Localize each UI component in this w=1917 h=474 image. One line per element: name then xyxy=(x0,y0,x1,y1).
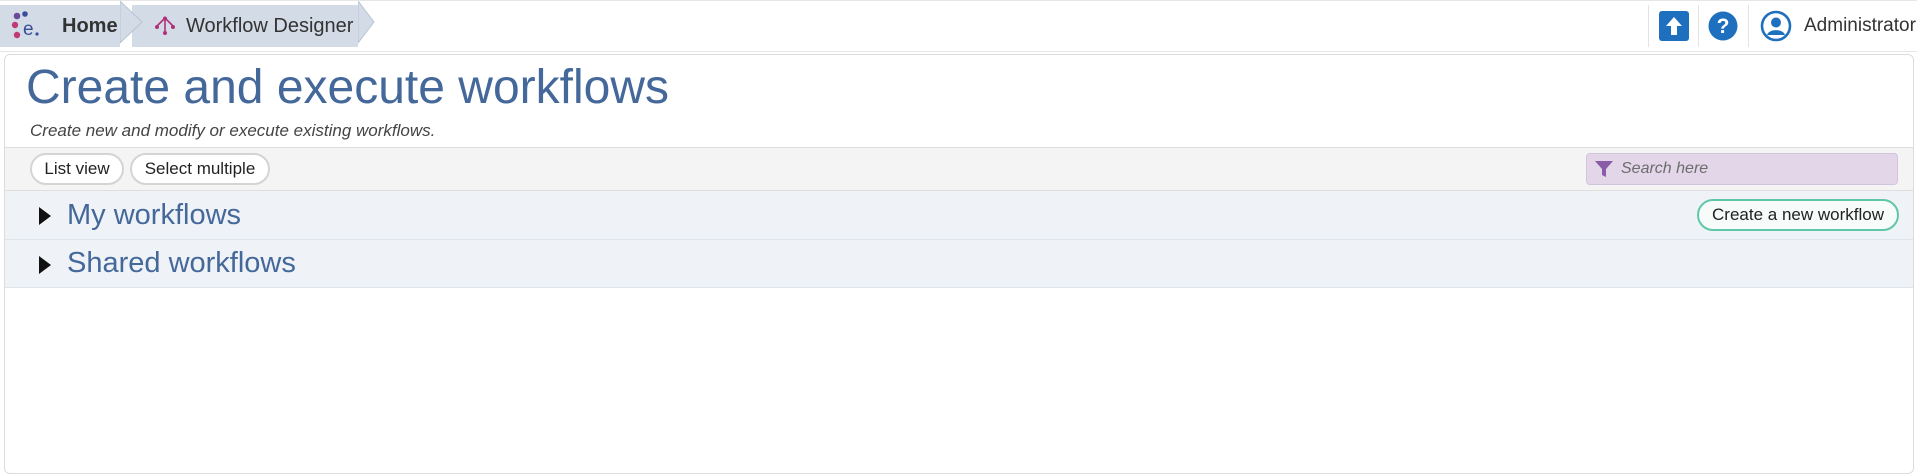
breadcrumb-workflow-designer[interactable]: Workflow Designer xyxy=(132,5,358,47)
user-avatar-icon xyxy=(1760,10,1792,42)
create-workflow-button[interactable]: Create a new workflow xyxy=(1697,199,1899,231)
svg-text:?: ? xyxy=(1717,15,1730,38)
user-name: Administrator xyxy=(1804,15,1916,36)
svg-text:e: e xyxy=(23,19,34,40)
caret-right-icon[interactable] xyxy=(37,255,53,275)
section-shared-workflows[interactable]: Shared workflows xyxy=(5,240,1913,288)
divider xyxy=(1648,5,1649,47)
breadcrumb-home[interactable]: Home xyxy=(52,5,120,47)
section-my-workflows[interactable]: My workflows xyxy=(5,191,1913,240)
help-button[interactable]: ? xyxy=(1708,1,1738,51)
page-title: Create and execute workflows xyxy=(26,61,669,114)
caret-right-icon[interactable] xyxy=(37,206,53,226)
divider xyxy=(1748,5,1749,47)
upload-button[interactable] xyxy=(1659,1,1689,51)
breadcrumb-chevron xyxy=(358,1,375,43)
upload-arrow-icon xyxy=(1659,11,1689,41)
top-navigation-bar: e Workflow Designer Home ? Administrator xyxy=(0,0,1917,52)
breadcrumb-chevron xyxy=(120,1,143,43)
help-icon: ? xyxy=(1708,11,1738,41)
section-title[interactable]: Shared workflows xyxy=(67,245,296,281)
user-menu[interactable]: Administrator xyxy=(1760,1,1916,51)
section-title[interactable]: My workflows xyxy=(67,197,241,233)
search-input[interactable] xyxy=(1619,159,1893,179)
page-subtitle: Create new and modify or execute existin… xyxy=(30,121,436,140)
list-view-button[interactable]: List view xyxy=(30,153,124,185)
workflow-icon xyxy=(155,16,175,35)
app-logo-icon: e xyxy=(11,11,39,40)
filter-icon[interactable] xyxy=(1593,158,1615,180)
search-box xyxy=(1586,153,1898,185)
divider xyxy=(1698,5,1699,47)
breadcrumb-current-label: Workflow Designer xyxy=(186,14,354,37)
select-multiple-button[interactable]: Select multiple xyxy=(130,153,270,185)
app-logo-button[interactable]: e xyxy=(0,5,53,47)
breadcrumb-home-label: Home xyxy=(62,14,118,37)
